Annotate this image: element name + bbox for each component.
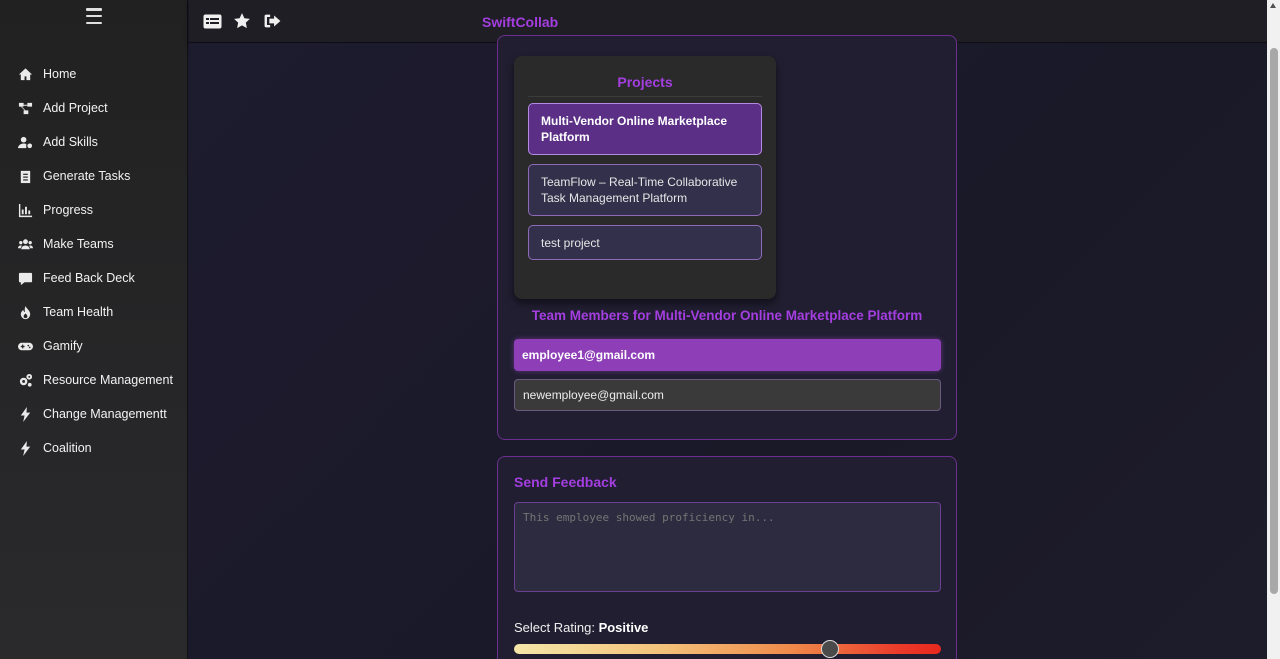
- sidebar-item-label: Generate Tasks: [43, 169, 131, 183]
- sidebar-item-coalition[interactable]: Coalition: [0, 431, 188, 465]
- rating-value: Positive: [598, 620, 649, 635]
- rating-prefix: Select Rating:: [514, 620, 595, 635]
- sidebar: Home Add Project Add Skills Generate Tas…: [0, 0, 188, 659]
- project-item[interactable]: TeamFlow – Real-Time Collaborative Task …: [528, 164, 762, 216]
- cogs-icon: [17, 372, 33, 388]
- bolt-icon: [17, 406, 33, 422]
- sidebar-item-label: Progress: [43, 203, 94, 217]
- menu-toggle-icon[interactable]: [86, 8, 102, 24]
- team-member-item[interactable]: employee1@gmail.com: [514, 339, 941, 371]
- scroll-thumb[interactable]: [1270, 48, 1278, 594]
- page-scrollbar[interactable]: [1267, 0, 1280, 659]
- sidebar-item-gamify[interactable]: Gamify: [0, 329, 188, 363]
- sidebar-item-resource-management[interactable]: Resource Management: [0, 363, 188, 397]
- top-icon-group: [202, 12, 282, 30]
- main-content: Projects Multi-Vendor Online Marketplace…: [189, 35, 1267, 659]
- sidebar-item-add-skills[interactable]: Add Skills: [0, 125, 188, 159]
- sidebar-nav: Home Add Project Add Skills Generate Tas…: [0, 57, 188, 465]
- sign-out-icon[interactable]: [262, 12, 282, 30]
- sidebar-item-team-health[interactable]: Team Health: [0, 295, 188, 329]
- sidebar-item-home[interactable]: Home: [0, 57, 188, 91]
- sidebar-item-add-project[interactable]: Add Project: [0, 91, 188, 125]
- fire-icon: [17, 304, 33, 320]
- comment-icon: [17, 270, 33, 286]
- team-members-title: Team Members for Multi-Vendor Online Mar…: [531, 308, 923, 323]
- sidebar-item-label: Change Managementt: [43, 407, 167, 421]
- sidebar-item-label: Coalition: [43, 441, 92, 455]
- sidebar-item-label: Feed Back Deck: [43, 271, 135, 285]
- project-item[interactable]: Multi-Vendor Online Marketplace Platform: [528, 103, 762, 155]
- project-diagram-icon: [17, 100, 33, 116]
- projects-card: Projects Multi-Vendor Online Marketplace…: [514, 56, 776, 299]
- feedback-textarea[interactable]: [514, 502, 941, 592]
- users-icon: [17, 236, 33, 252]
- sidebar-item-progress[interactable]: Progress: [0, 193, 188, 227]
- sidebar-item-make-teams[interactable]: Make Teams: [0, 227, 188, 261]
- rating-slider-thumb[interactable]: [820, 640, 839, 658]
- rating-label: Select Rating: Positive: [514, 620, 648, 635]
- gamepad-icon: [17, 338, 33, 354]
- sidebar-item-feedback-deck[interactable]: Feed Back Deck: [0, 261, 188, 295]
- sidebar-item-label: Add Skills: [43, 135, 98, 149]
- project-item-label: TeamFlow – Real-Time Collaborative Task …: [541, 175, 738, 205]
- sidebar-item-label: Team Health: [43, 305, 114, 319]
- sidebar-item-label: Gamify: [43, 339, 83, 353]
- sidebar-item-label: Resource Management: [43, 373, 173, 387]
- sidebar-item-change-management[interactable]: Change Managementt: [0, 397, 188, 431]
- list-card-icon[interactable]: [202, 12, 222, 30]
- project-item-label: test project: [541, 235, 600, 250]
- team-panel: Projects Multi-Vendor Online Marketplace…: [497, 35, 957, 440]
- sidebar-item-label: Add Project: [43, 101, 108, 115]
- feedback-title: Send Feedback: [514, 474, 617, 490]
- sidebar-item-generate-tasks[interactable]: Generate Tasks: [0, 159, 188, 193]
- scroll-up-icon[interactable]: [1270, 3, 1276, 8]
- bar-chart-icon: [17, 202, 33, 218]
- brand-title[interactable]: SwiftCollab: [482, 14, 558, 30]
- divider: [528, 96, 762, 97]
- feedback-panel: Send Feedback Select Rating: Positive: [497, 456, 957, 659]
- sidebar-item-label: Home: [43, 67, 77, 81]
- projects-title: Projects: [617, 74, 673, 90]
- project-item-label: Multi-Vendor Online Marketplace Platform: [541, 114, 728, 144]
- project-item[interactable]: test project: [528, 225, 762, 260]
- rating-slider[interactable]: [514, 640, 941, 658]
- team-member-item[interactable]: newemployee@gmail.com: [514, 379, 941, 411]
- star-icon[interactable]: [232, 12, 252, 30]
- bolt-icon: [17, 440, 33, 456]
- sidebar-item-label: Make Teams: [43, 237, 114, 251]
- home-icon: [17, 66, 33, 82]
- user-gear-icon: [17, 134, 33, 150]
- clipboard-list-icon: [17, 168, 33, 184]
